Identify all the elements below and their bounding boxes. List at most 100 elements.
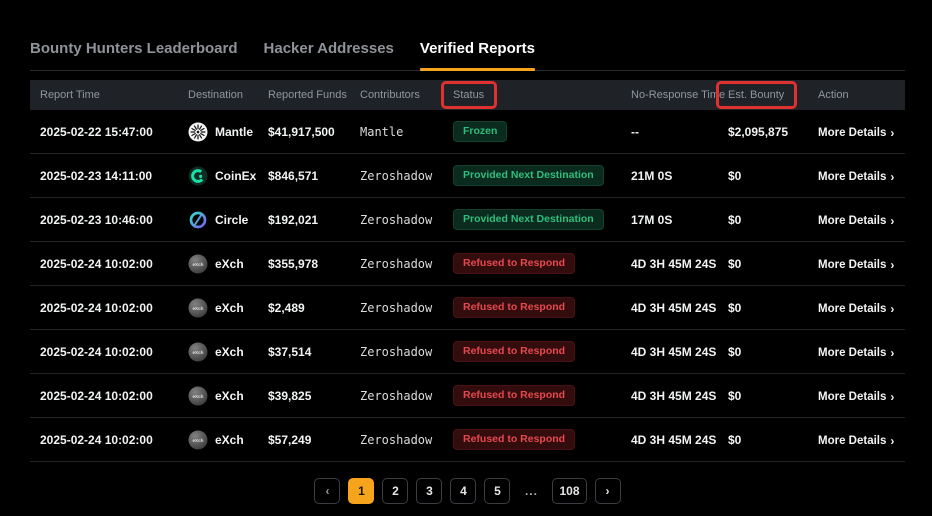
chevron-right-icon: › — [890, 171, 894, 183]
pagination-next-button[interactable]: › — [595, 478, 621, 504]
pagination-prev-button[interactable]: ‹ — [314, 478, 340, 504]
mantle-icon — [188, 122, 208, 142]
exch-icon: eXch — [188, 298, 208, 318]
destination-name: Mantle — [215, 125, 253, 139]
more-details-link[interactable]: More Details › — [818, 127, 894, 139]
table-row: 2025-02-24 10:02:00 eXch eXch $355,978 Z… — [30, 242, 905, 286]
status-cell: Refused to Respond — [443, 341, 621, 362]
more-details-link[interactable]: More Details › — [818, 171, 894, 183]
pagination-page-3[interactable]: 3 — [416, 478, 442, 504]
column-header-label: Report Time — [40, 89, 100, 101]
more-details-link[interactable]: More Details › — [818, 215, 894, 227]
column-header-label: Status — [453, 89, 484, 101]
contributors-cell: Zeroshadow — [350, 345, 443, 359]
more-details-link[interactable]: More Details › — [818, 391, 894, 403]
destination-name: eXch — [215, 345, 244, 359]
status-cell: Refused to Respond — [443, 297, 621, 318]
more-details-link[interactable]: More Details › — [818, 347, 894, 359]
pagination: ‹ 1 2 3 4 5 ... 108 › — [30, 478, 905, 504]
tab-hacker-addresses[interactable]: Hacker Addresses — [264, 40, 394, 70]
table-row: 2025-02-23 14:11:00 CoinEx $846,571 Zero… — [30, 154, 905, 198]
pagination-page-4[interactable]: 4 — [450, 478, 476, 504]
more-details-label: More Details — [818, 391, 886, 403]
reported-funds-cell: $846,571 — [258, 169, 350, 183]
report-time-cell: 2025-02-23 10:46:00 — [30, 213, 178, 227]
column-header-label: Destination — [188, 89, 243, 101]
report-time-cell: 2025-02-23 14:11:00 — [30, 169, 178, 183]
status-cell: Refused to Respond — [443, 429, 621, 450]
chevron-right-icon: › — [890, 347, 894, 359]
column-header-reported-funds: Reported Funds — [258, 89, 350, 101]
verified-reports-page: Bounty Hunters Leaderboard Hacker Addres… — [0, 0, 932, 516]
contributors-cell: Zeroshadow — [350, 433, 443, 447]
pagination-page-5[interactable]: 5 — [484, 478, 510, 504]
more-details-label: More Details — [818, 171, 886, 183]
destination-cell: Mantle — [178, 122, 258, 142]
more-details-label: More Details — [818, 435, 886, 447]
column-header-no-response-time: No-Response Time — [621, 89, 718, 101]
destination-cell: Circle — [178, 210, 258, 230]
column-header-report-time: Report Time — [30, 89, 178, 101]
exch-icon: eXch — [188, 386, 208, 406]
destination-name: eXch — [215, 257, 244, 271]
more-details-label: More Details — [818, 259, 886, 271]
exch-icon: eXch — [188, 254, 208, 274]
report-time-cell: 2025-02-24 10:02:00 — [30, 433, 178, 447]
column-header-label: No-Response Time — [631, 89, 725, 101]
no-response-time-cell: 21M 0S — [621, 169, 718, 183]
table-row: 2025-02-24 10:02:00 eXch eXch $57,249 Ze… — [30, 418, 905, 462]
pagination-page-2[interactable]: 2 — [382, 478, 408, 504]
destination-name: eXch — [215, 433, 244, 447]
reported-funds-cell: $39,825 — [258, 389, 350, 403]
contributors-cell: Zeroshadow — [350, 301, 443, 315]
svg-text:eXch: eXch — [193, 393, 204, 398]
no-response-time-cell: 4D 3H 45M 24S — [621, 433, 718, 447]
more-details-label: More Details — [818, 303, 886, 315]
chevron-right-icon: › — [890, 391, 894, 403]
status-badge: Provided Next Destination — [453, 209, 604, 230]
report-time-cell: 2025-02-24 10:02:00 — [30, 301, 178, 315]
action-cell: More Details › — [808, 345, 905, 359]
destination-cell: CoinEx — [178, 166, 258, 186]
no-response-time-cell: 4D 3H 45M 24S — [621, 257, 718, 271]
more-details-label: More Details — [818, 127, 886, 139]
pagination-page-1[interactable]: 1 — [348, 478, 374, 504]
reported-funds-cell: $57,249 — [258, 433, 350, 447]
action-cell: More Details › — [808, 301, 905, 315]
reported-funds-cell: $355,978 — [258, 257, 350, 271]
tab-verified-reports[interactable]: Verified Reports — [420, 40, 535, 70]
column-header-action: Action — [808, 89, 905, 101]
report-time-cell: 2025-02-24 10:02:00 — [30, 389, 178, 403]
contributors-cell: Zeroshadow — [350, 389, 443, 403]
tab-bar: Bounty Hunters Leaderboard Hacker Addres… — [30, 0, 905, 71]
chevron-right-icon: › — [890, 215, 894, 227]
est-bounty-cell: $0 — [718, 433, 808, 447]
est-bounty-cell: $0 — [718, 345, 808, 359]
table-body: 2025-02-22 15:47:00 Mantle $41,917,500 M… — [30, 110, 905, 462]
more-details-link[interactable]: More Details › — [818, 303, 894, 315]
pagination-page-108[interactable]: 108 — [552, 478, 586, 504]
content-area: Bounty Hunters Leaderboard Hacker Addres… — [30, 0, 905, 504]
est-bounty-cell: $0 — [718, 169, 808, 183]
contributors-cell: Zeroshadow — [350, 257, 443, 271]
reported-funds-cell: $192,021 — [258, 213, 350, 227]
more-details-link[interactable]: More Details › — [818, 259, 894, 271]
svg-text:eXch: eXch — [193, 261, 204, 266]
contributors-cell: Zeroshadow — [350, 213, 443, 227]
column-header-label: Contributors — [360, 89, 420, 101]
column-header-label: Est. Bounty — [728, 89, 784, 101]
est-bounty-cell: $0 — [718, 389, 808, 403]
tab-bounty-hunters-leaderboard[interactable]: Bounty Hunters Leaderboard — [30, 40, 238, 70]
contributors-cell: Zeroshadow — [350, 169, 443, 183]
table-row: 2025-02-24 10:02:00 eXch eXch $39,825 Ze… — [30, 374, 905, 418]
column-header-status: Status — [443, 89, 621, 101]
exch-icon: eXch — [188, 342, 208, 362]
action-cell: More Details › — [808, 433, 905, 447]
est-bounty-cell: $0 — [718, 301, 808, 315]
reported-funds-cell: $41,917,500 — [258, 125, 350, 139]
status-badge: Refused to Respond — [453, 429, 575, 450]
more-details-link[interactable]: More Details › — [818, 435, 894, 447]
destination-cell: eXch eXch — [178, 298, 258, 318]
destination-name: Circle — [215, 213, 248, 227]
destination-cell: eXch eXch — [178, 386, 258, 406]
